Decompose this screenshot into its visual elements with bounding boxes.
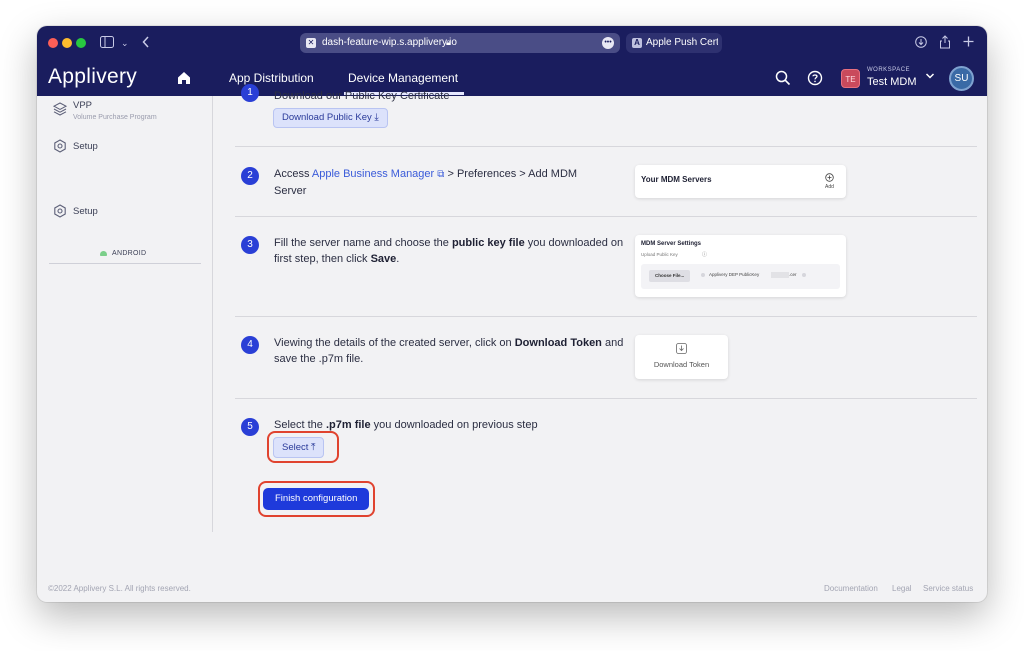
- file-status-icon: [701, 273, 705, 277]
- step-5-bold: .p7m file: [325, 419, 371, 431]
- footer-link-documentation[interactable]: Documentation: [824, 584, 878, 593]
- upload-icon: ⤒: [311, 442, 316, 453]
- tab-favicon-icon: A: [632, 38, 642, 48]
- app-logo[interactable]: Applivery: [48, 65, 137, 89]
- new-tab-icon[interactable]: [963, 36, 974, 47]
- card-field-label: Upload Public Key: [641, 252, 678, 257]
- step-3-bold-b: Save: [370, 253, 397, 265]
- chevron-down-icon[interactable]: [925, 72, 935, 80]
- main-content: 1 Download our Public Key Certificate Do…: [213, 84, 987, 532]
- card-add-label: Add: [825, 184, 834, 190]
- search-icon[interactable]: [775, 70, 791, 86]
- url-text: dash-feature-wip.s.applivery.io: [322, 37, 457, 48]
- share-icon[interactable]: [939, 35, 951, 49]
- tab-title: Apple Push Certif...: [646, 37, 718, 48]
- card-title: Your MDM Servers: [641, 175, 712, 184]
- download-icon: ⤓: [374, 112, 379, 123]
- step-number: 4: [241, 336, 259, 354]
- download-public-key-label: Download Public Key: [282, 112, 372, 123]
- sidebar-item-setup-ios[interactable]: Setup: [73, 141, 98, 153]
- step-3-bold-a: public key file: [451, 237, 525, 249]
- gear-icon: [54, 204, 66, 218]
- layers-icon: [53, 102, 67, 116]
- download-token-card: Download Token: [635, 335, 728, 379]
- download-public-key-button[interactable]: Download Public Key ⤓: [273, 108, 388, 128]
- workspace-caption: WORKSPACE: [867, 67, 911, 73]
- lock-icon: 🔒︎: [446, 37, 451, 47]
- sidebar-item-vpp-subtitle: Volume Purchase Program: [73, 114, 157, 121]
- mdm-servers-card: Your MDM Servers Add: [635, 165, 846, 198]
- select-file-button[interactable]: Select ⤒: [273, 437, 325, 458]
- mdm-server-settings-card: MDM Server Settings Upload Public Key ⓘ …: [635, 235, 846, 297]
- file-name-start: Applivery DEP PublicKey: [709, 272, 760, 277]
- zoom-window-button[interactable]: [76, 38, 86, 48]
- step-2-text-a: Access: [274, 168, 312, 180]
- step-4: 4 Viewing the details of the created ser…: [235, 317, 977, 399]
- avatar[interactable]: SU: [949, 66, 974, 91]
- step-5: 5 Select the .p7m file you downloaded on…: [235, 399, 977, 532]
- footer-link-service-status[interactable]: Service status: [923, 584, 973, 593]
- info-icon: ⓘ: [702, 252, 708, 258]
- step-number: 2: [241, 167, 259, 185]
- step-4-bold: Download Token: [514, 337, 602, 349]
- step-1: 1 Download our Public Key Certificate Do…: [235, 84, 977, 147]
- site-favicon-icon: ✕: [306, 38, 316, 48]
- close-window-button[interactable]: [48, 38, 58, 48]
- step-3-text-c: .: [396, 253, 400, 265]
- download-icon[interactable]: [915, 36, 927, 48]
- copyright-text: ©2022 Applivery S.L. All rights reserved…: [48, 584, 191, 593]
- workspace-name[interactable]: Test MDM: [867, 76, 917, 89]
- file-picker: Choose File... Applivery DEP PublicKey .…: [641, 264, 840, 289]
- download-icon: [676, 343, 687, 354]
- step-5-text-b: you downloaded on previous step: [370, 419, 538, 431]
- help-icon[interactable]: [807, 70, 823, 86]
- card-download-token-label: Download Token: [653, 360, 710, 369]
- footer-link-legal[interactable]: Legal: [892, 584, 912, 593]
- sidebar-divider: [49, 263, 201, 264]
- add-icon: [825, 173, 834, 182]
- step-3-text: Fill the server name and choose the publ…: [274, 235, 624, 267]
- sidebar-item-setup-android[interactable]: Setup: [73, 206, 98, 218]
- choose-file-button: Choose File...: [649, 270, 691, 282]
- browser-window: ⌄ ✕ dash-feature-wip.s.applivery.io 🔒︎ •…: [37, 26, 987, 602]
- gear-icon: [54, 139, 66, 153]
- step-3-text-a: Fill the server name and choose the: [274, 237, 452, 249]
- browser-toolbar: ⌄ ✕ dash-feature-wip.s.applivery.io 🔒︎ •…: [37, 26, 987, 60]
- finish-configuration-button[interactable]: Finish configuration: [263, 488, 370, 510]
- step-number: 1: [241, 84, 259, 102]
- apple-business-manager-link[interactable]: Apple Business Manager: [312, 168, 434, 180]
- file-name-redacted: [771, 272, 789, 278]
- sidebar-toggle-icon[interactable]: [100, 36, 114, 48]
- sidebar-item-vpp[interactable]: VPP: [73, 100, 92, 112]
- workspace-badge[interactable]: TE: [841, 69, 860, 88]
- address-bar[interactable]: ✕ dash-feature-wip.s.applivery.io 🔒︎ •••: [300, 33, 620, 53]
- chevron-down-icon[interactable]: ⌄: [121, 35, 129, 52]
- more-options-icon[interactable]: •••: [602, 37, 614, 49]
- browser-tab[interactable]: A Apple Push Certif...: [626, 33, 722, 53]
- file-name-end: .cer: [789, 272, 797, 277]
- back-icon[interactable]: [142, 36, 150, 48]
- select-file-label: Select: [282, 442, 309, 453]
- card-title: MDM Server Settings: [641, 241, 702, 247]
- android-icon: [100, 251, 107, 256]
- footer: ©2022 Applivery S.L. All rights reserved…: [37, 578, 987, 598]
- sidebar-section-android: ANDROID: [112, 250, 147, 257]
- step-number: 3: [241, 236, 259, 254]
- minimize-window-button[interactable]: [62, 38, 72, 48]
- step-4-text-a: Viewing the details of the created serve…: [274, 337, 515, 349]
- nav-device-management[interactable]: Device Management: [343, 71, 465, 95]
- step-2: 2 Access Apple Business Manager ⧉ > Pref…: [235, 147, 977, 217]
- step-1-text: Download our Public Key Certificate: [274, 90, 450, 102]
- step-4-text: Viewing the details of the created serve…: [274, 335, 624, 367]
- step-number: 5: [241, 418, 259, 436]
- sidebar: VPP Volume Purchase Program Setup ANDROI…: [37, 96, 213, 532]
- nav-app-distribution[interactable]: App Distribution: [229, 71, 314, 85]
- step-5-text-a: Select the: [274, 419, 326, 431]
- step-3: 3 Fill the server name and choose the pu…: [235, 217, 977, 317]
- home-icon[interactable]: [177, 71, 191, 85]
- file-remove-icon: [802, 273, 806, 277]
- step-2-text: Access Apple Business Manager ⧉ > Prefer…: [274, 166, 604, 199]
